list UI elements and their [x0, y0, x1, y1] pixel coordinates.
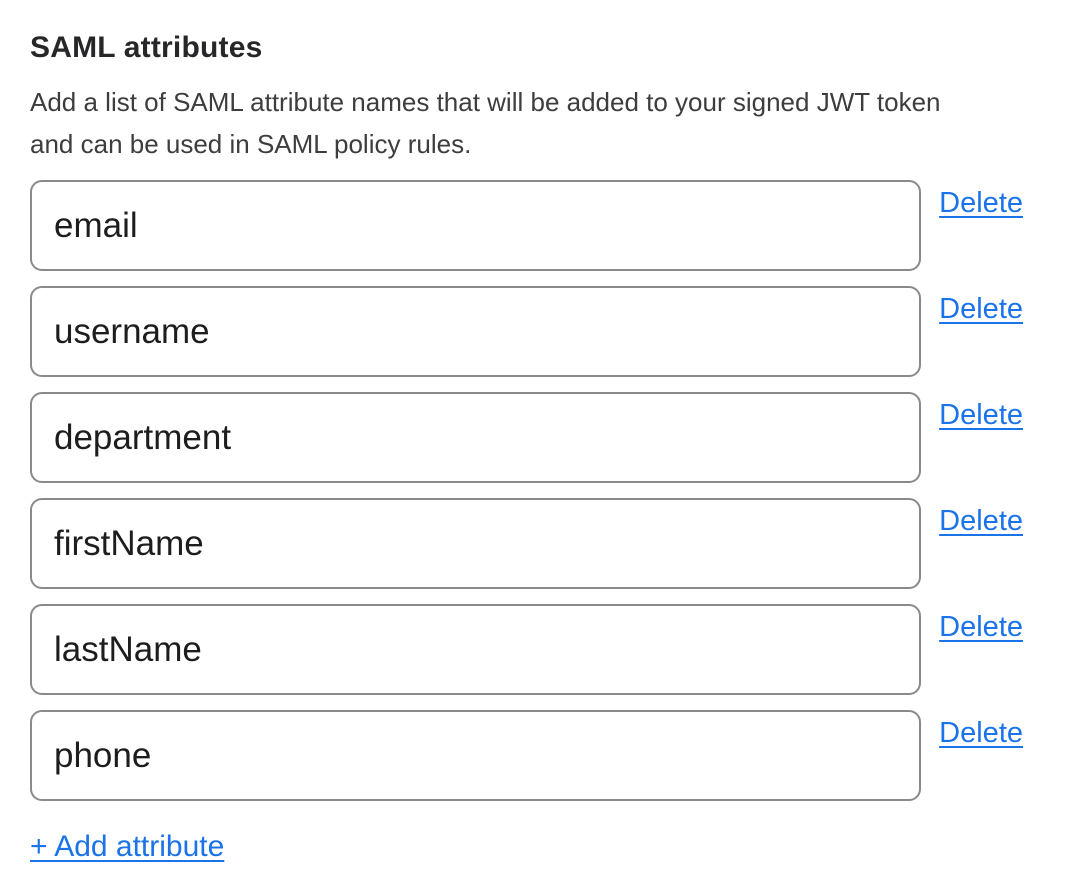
attribute-name-input[interactable] [30, 604, 921, 695]
attribute-name-input[interactable] [30, 180, 921, 271]
section-title: SAML attributes [30, 30, 1023, 66]
attribute-name-input[interactable] [30, 710, 921, 801]
attribute-name-input[interactable] [30, 498, 921, 589]
attribute-row: Delete [30, 286, 1023, 377]
attribute-row: Delete [30, 604, 1023, 695]
delete-attribute-link[interactable]: Delete [939, 716, 1023, 750]
attribute-name-input[interactable] [30, 392, 921, 483]
section-description-line1: Add a list of SAML attribute names that … [30, 81, 1023, 123]
attributes-list: Delete Delete Delete Delete Delete Delet [30, 180, 1023, 801]
attribute-row: Delete [30, 180, 1023, 271]
attribute-name-input[interactable] [30, 286, 921, 377]
saml-attributes-section: SAML attributes Add a list of SAML attri… [0, 0, 1066, 884]
saml-attributes-page: SAML attributes Add a list of SAML attri… [0, 0, 1066, 886]
delete-attribute-link[interactable]: Delete [939, 398, 1023, 432]
section-description-line2: and can be used in SAML policy rules. [30, 123, 1023, 165]
delete-attribute-link[interactable]: Delete [939, 186, 1023, 220]
attribute-row: Delete [30, 392, 1023, 483]
attribute-row: Delete [30, 498, 1023, 589]
attribute-row: Delete [30, 710, 1023, 801]
add-attribute-link[interactable]: + Add attribute [30, 829, 224, 864]
delete-attribute-link[interactable]: Delete [939, 610, 1023, 644]
delete-attribute-link[interactable]: Delete [939, 504, 1023, 538]
section-description: Add a list of SAML attribute names that … [30, 81, 1023, 165]
delete-attribute-link[interactable]: Delete [939, 292, 1023, 326]
